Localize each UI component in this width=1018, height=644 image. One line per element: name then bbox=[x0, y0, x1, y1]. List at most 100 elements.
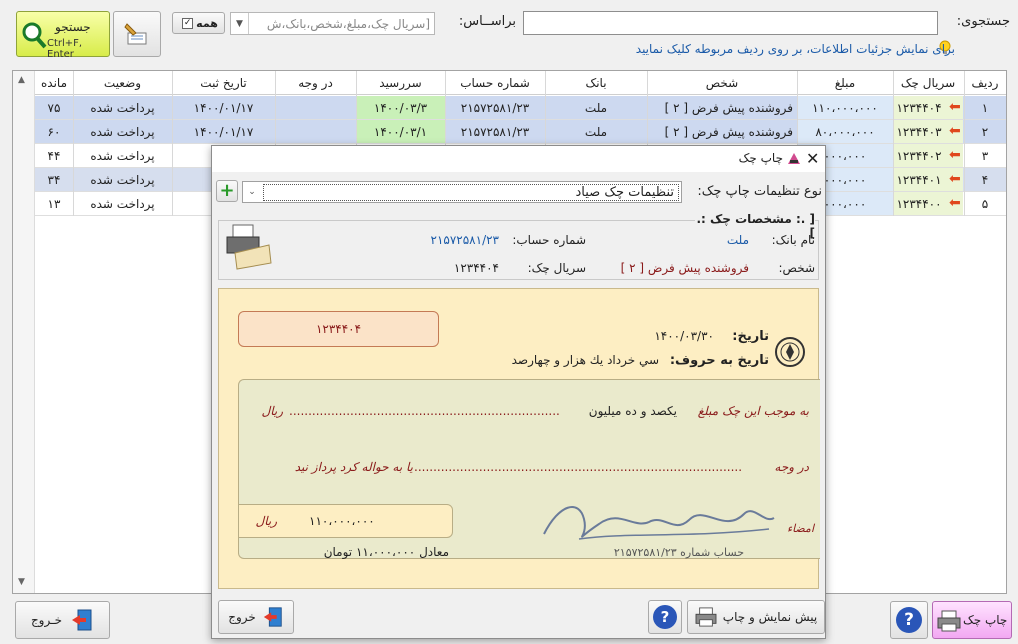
amount-words: يكصد و ده ميليون bbox=[588, 404, 677, 418]
print-cheque-button[interactable]: چاپ چک bbox=[932, 601, 1012, 639]
cell-bank: ملت bbox=[584, 101, 608, 115]
checkbox-icon: ✓ bbox=[182, 17, 194, 29]
cell-person: فروشنده پیش فرض [ ۲ ] bbox=[664, 101, 793, 115]
search-input[interactable] bbox=[523, 11, 938, 35]
table-row[interactable]: ۱ ۱۲۳۴۴۰۴ ۱۱۰،۰۰۰،۰۰۰ فروشنده پیش فرض [ ۲ ]… bbox=[35, 96, 1006, 120]
magnifier-icon bbox=[22, 22, 47, 49]
header-account[interactable]: شماره حساب bbox=[445, 76, 545, 90]
header-status[interactable]: وضعیت bbox=[73, 76, 172, 90]
settings-label: نوع تنظیمات چاپ چک: bbox=[697, 184, 822, 199]
search-button[interactable]: جستجو Ctrl+F, Enter bbox=[16, 11, 110, 60]
cell-status: پرداخت شده bbox=[90, 197, 155, 211]
to-dots: ........................................… bbox=[414, 460, 743, 474]
cell-remaining: ۶۰ bbox=[47, 125, 61, 139]
plus-icon: + bbox=[219, 180, 235, 201]
cell-reg-date: ۱۴۰۰/۰۱/۱۷ bbox=[193, 101, 254, 115]
cell-remaining: ۴۴ bbox=[47, 149, 61, 163]
cell-account: ۲۱۵۷۲۵۸۱/۲۳ bbox=[460, 125, 530, 139]
cheque-serial: ۱۲۳۴۴۰۴ bbox=[315, 322, 362, 336]
hint-text: برای نمایش جزئیات اطلاعات، بر روی ردیف م… bbox=[635, 42, 955, 56]
row-arrow-icon: ➡ bbox=[949, 147, 961, 163]
cell-amount: ۸۰،۰۰۰،۰۰۰ bbox=[797, 120, 893, 143]
cell-index: ۲ bbox=[981, 125, 989, 139]
column-divider bbox=[964, 71, 965, 216]
cell-reg-date: ۱۴۰۰/۰۱/۱۷ bbox=[193, 125, 254, 139]
table-row[interactable]: ۲ ۱۲۳۴۴۰۳ ۸۰،۰۰۰،۰۰۰ فروشنده پیش فرض [ ۲ ] م… bbox=[35, 120, 1006, 144]
person-label: شخص: bbox=[778, 261, 815, 275]
sign-label: امضاء bbox=[786, 522, 814, 535]
cell-status: پرداخت شده bbox=[90, 125, 155, 139]
rial-label-2: ریال bbox=[255, 514, 277, 528]
dialog-exit-button[interactable]: خروج bbox=[218, 600, 294, 634]
cell-index: ۴ bbox=[981, 173, 989, 187]
cell-index: ۱ bbox=[981, 101, 989, 115]
header-serial[interactable]: سریال چک bbox=[893, 76, 963, 90]
printer-icon bbox=[695, 607, 717, 627]
header-bank[interactable]: بانک bbox=[545, 76, 647, 90]
cheque-preview: ۱۲۳۴۴۰۴ تاریخ: ۱۴۰۰/۰۳/۳۰ تاریخ به حروف:… bbox=[218, 288, 820, 589]
bank-emblem-icon bbox=[775, 337, 805, 367]
bank-value: ملت bbox=[726, 233, 749, 247]
cheque-words-label: تاریخ به حروف: bbox=[669, 353, 769, 368]
header-person[interactable]: شخص bbox=[647, 76, 797, 90]
print-cheque-dialog: ✕ چاپ چک نوع تنظیمات چاپ چک: تنظیمات چک … bbox=[211, 145, 826, 639]
toman-line: معادل ۱۱،۰۰۰،۰۰۰ تومان bbox=[323, 545, 449, 559]
cheque-date-value: ۱۴۰۰/۰۳/۳۰ bbox=[654, 329, 714, 343]
rial-label-1: ریال bbox=[261, 404, 283, 418]
all-label: همه bbox=[196, 16, 218, 30]
header-remaining[interactable]: مانده bbox=[35, 76, 73, 90]
header-amount[interactable]: مبلغ bbox=[797, 76, 893, 90]
scroll-down-icon[interactable]: ▼ bbox=[18, 577, 25, 587]
exit-button[interactable]: خـروج bbox=[15, 601, 110, 639]
dialog-help-button[interactable]: ? bbox=[648, 600, 682, 634]
scroll-up-icon[interactable]: ▲ bbox=[18, 75, 25, 85]
row-arrow-icon: ➡ bbox=[949, 171, 961, 187]
cell-remaining: ۷۵ bbox=[47, 101, 61, 115]
cheque-info-group: [ .: مشخصات چک :. ] نام بانک: ملت شماره … bbox=[218, 212, 819, 280]
to-suffix: یا به حواله کرد پرداز نید bbox=[294, 460, 413, 474]
header-reg-date[interactable]: تاریخ ثبت bbox=[172, 76, 275, 90]
cell-due: ۱۴۰۰/۰۳/۱ bbox=[356, 120, 445, 143]
help-button[interactable]: ? bbox=[890, 601, 928, 639]
amount-digits-box: ۱۱۰،۰۰۰،۰۰۰ ریال bbox=[238, 504, 453, 538]
search-button-shortcut: Ctrl+F, Enter bbox=[47, 38, 83, 60]
amount-dots: ........................................… bbox=[289, 404, 560, 418]
help-icon: ? bbox=[653, 605, 677, 629]
dialog-exit-label: خروج bbox=[228, 610, 256, 624]
header-due[interactable]: سررسید bbox=[356, 76, 445, 90]
amount-prefix: به موجب این چک مبلغ bbox=[697, 404, 809, 418]
row-arrow-icon: ➡ bbox=[949, 99, 961, 115]
column-divider bbox=[893, 71, 894, 216]
preview-print-button[interactable]: پیش نمایش و چاپ bbox=[687, 600, 825, 634]
chevron-down-icon: ▼ bbox=[231, 13, 249, 34]
based-on-label: براســاس: bbox=[458, 14, 516, 29]
column-divider bbox=[172, 71, 173, 216]
based-on-value: [سریال چک،مبلغ،شخص،بانک،ش bbox=[266, 16, 430, 31]
serial-label: سریال چک: bbox=[527, 261, 586, 275]
clear-search-button[interactable] bbox=[113, 11, 161, 57]
amount-digits: ۱۱۰،۰۰۰،۰۰۰ bbox=[309, 514, 375, 528]
row-arrow-icon: ➡ bbox=[949, 195, 961, 211]
close-icon[interactable]: ✕ bbox=[806, 149, 819, 168]
preview-print-label: پیش نمایش و چاپ bbox=[722, 610, 818, 624]
account-line: حساب شماره ۲۱۵۷۲۵۸۱/۲۳ bbox=[613, 546, 744, 559]
based-on-select[interactable]: [سریال چک،مبلغ،شخص،بانک،ش ▼ bbox=[230, 12, 435, 35]
all-checkbox-button[interactable]: ✓ همه bbox=[172, 12, 225, 34]
printer-icon bbox=[937, 610, 961, 632]
vertical-scrollbar[interactable]: ▲ ▼ bbox=[13, 71, 35, 593]
signature-image bbox=[543, 506, 775, 540]
cell-remaining: ۱۳ bbox=[47, 197, 61, 211]
cell-status: پرداخت شده bbox=[90, 173, 155, 187]
cell-bank: ملت bbox=[584, 125, 608, 139]
cell-due: ۱۴۰۰/۰۳/۳ bbox=[356, 96, 445, 119]
header-payee[interactable]: در وجه bbox=[275, 76, 356, 90]
header-index[interactable]: ردیف bbox=[964, 76, 1006, 90]
add-settings-button[interactable]: + bbox=[216, 180, 238, 202]
settings-value: تنظیمات چک صیاد bbox=[263, 183, 679, 201]
settings-select[interactable]: تنظیمات چک صیاد ⌄ bbox=[242, 181, 682, 203]
print-cheque-label: چاپ چک bbox=[963, 613, 1008, 627]
dialog-titlebar: ✕ چاپ چک bbox=[212, 146, 825, 172]
chevron-down-icon: ⌄ bbox=[248, 187, 256, 197]
cell-index: ۵ bbox=[981, 197, 989, 211]
door-exit-icon bbox=[72, 609, 92, 631]
